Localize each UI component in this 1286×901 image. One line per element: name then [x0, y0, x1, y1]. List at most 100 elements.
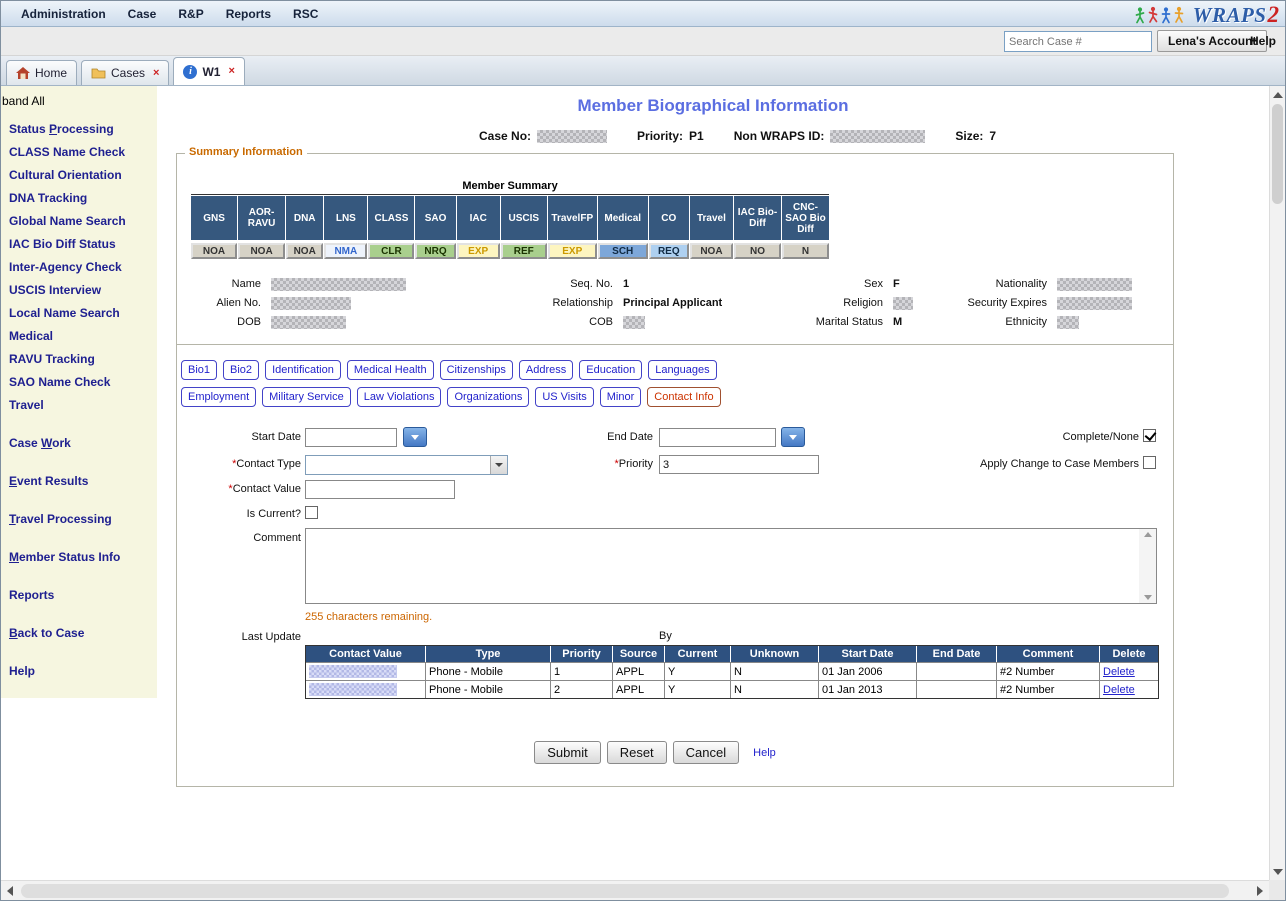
sidebar-item-travel-processing[interactable]: Travel Processing — [1, 508, 157, 531]
expand-all-link[interactable]: band All — [1, 94, 157, 108]
summary-header-iac: IAC — [457, 196, 500, 240]
start-date-input[interactable] — [305, 428, 397, 447]
close-icon[interactable]: × — [228, 66, 234, 77]
tab-contact-info[interactable]: Contact Info — [647, 387, 720, 407]
sidebar-item-help[interactable]: Help — [1, 660, 157, 683]
menu-rsc[interactable]: RSC — [293, 7, 318, 21]
menu-administration[interactable]: Administration — [21, 7, 106, 21]
sidebar-item-reports[interactable]: Reports — [1, 584, 157, 607]
member-value-alien-no — [261, 294, 461, 313]
horizontal-scroll-thumb[interactable] — [21, 884, 1229, 898]
sidebar-item-inter-agency-check[interactable]: Inter-Agency Check — [1, 256, 157, 279]
member-value-dob — [261, 313, 461, 332]
delete-link[interactable]: Delete — [1103, 666, 1135, 678]
search-case-input[interactable] — [1004, 31, 1152, 52]
top-menu-bar: AdministrationCaseR&PReportsRSC WRAPS 2 — [1, 1, 1285, 27]
tab-home[interactable]: Home — [6, 60, 77, 85]
bio-tab-rows: Bio1 Bio2 Identification Medical Health Citi… — [177, 345, 1173, 407]
tab-law-violations[interactable]: Law Violations — [357, 387, 442, 407]
reset-button[interactable]: Reset — [607, 741, 667, 764]
sidebar-item-dna-tracking[interactable]: DNA Tracking — [1, 187, 157, 210]
member-label-relationship: Relationship — [461, 294, 613, 313]
scroll-up-button[interactable] — [1270, 86, 1285, 103]
priority-field: Priority: P1 — [637, 129, 704, 143]
horizontal-scrollbar[interactable] — [1, 880, 1269, 900]
sidebar-item-sao-name-check[interactable]: SAO Name Check — [1, 371, 157, 394]
scroll-left-button[interactable] — [1, 881, 19, 900]
redacted-non-wraps-id — [830, 130, 925, 143]
scroll-right-button[interactable] — [1251, 881, 1269, 900]
is-current-checkbox[interactable] — [305, 506, 318, 519]
menu-reports[interactable]: Reports — [226, 7, 271, 21]
form-help-link[interactable]: Help — [753, 747, 776, 759]
contact-value-input[interactable] — [305, 480, 455, 499]
tab-medical-health[interactable]: Medical Health — [347, 360, 434, 380]
textarea-scrollbar[interactable] — [1139, 529, 1156, 603]
vertical-scroll-thumb[interactable] — [1272, 104, 1283, 204]
contact-cell-priority: 2 — [551, 681, 613, 698]
summary-header-co: CO — [649, 196, 689, 240]
sidebar-item-class-name-check[interactable]: CLASS Name Check — [1, 141, 157, 164]
sidebar-item-status-processing[interactable]: Status Processing — [1, 118, 157, 141]
menu-r-p[interactable]: R&P — [178, 7, 203, 21]
logo-text: WRAPS — [1193, 3, 1267, 28]
toolbar-help-link[interactable]: Help — [1250, 34, 1276, 48]
bio-tab-row-2: Employment Military Service Law Violations… — [181, 387, 1173, 407]
tab-languages[interactable]: Languages — [648, 360, 716, 380]
tab-us-visits[interactable]: US Visits — [535, 387, 593, 407]
comment-label: Comment — [177, 531, 301, 546]
end-date-input[interactable] — [659, 428, 776, 447]
contact-cell-end-date — [917, 681, 997, 698]
tab-citizenships[interactable]: Citizenships — [440, 360, 513, 380]
redacted-value — [271, 316, 346, 329]
delete-link[interactable]: Delete — [1103, 684, 1135, 696]
summary-header-medical: Medical — [598, 196, 648, 240]
sidebar-item-uscis-interview[interactable]: USCIS Interview — [1, 279, 157, 302]
summary-status-iac: EXP — [457, 243, 500, 259]
by-label: By — [659, 630, 672, 642]
priority-input[interactable] — [659, 455, 819, 474]
member-value-nationality — [1047, 275, 1157, 294]
sidebar-item-local-name-search[interactable]: Local Name Search — [1, 302, 157, 325]
submit-button[interactable]: Submit — [534, 741, 600, 764]
tab-bio2[interactable]: Bio2 — [223, 360, 259, 380]
complete-none-checkbox[interactable] — [1143, 429, 1156, 442]
sidebar-item-back-to-case[interactable]: Back to Case — [1, 622, 157, 645]
sidebar-item-cultural-orientation[interactable]: Cultural Orientation — [1, 164, 157, 187]
tab-employment[interactable]: Employment — [181, 387, 256, 407]
apply-change-checkbox[interactable] — [1143, 456, 1156, 469]
tab-minor[interactable]: Minor — [600, 387, 642, 407]
redacted-contact-value — [309, 665, 397, 678]
sidebar-item-global-name-search[interactable]: Global Name Search — [1, 210, 157, 233]
sidebar-item-member-status-info[interactable]: Member Status Info — [1, 546, 157, 569]
cancel-button[interactable]: Cancel — [673, 741, 739, 764]
tab-bar: Home Cases × i W1 × — [1, 56, 1285, 86]
tab-w1[interactable]: i W1 × — [173, 57, 244, 85]
tab-identification[interactable]: Identification — [265, 360, 341, 380]
close-icon[interactable]: × — [153, 68, 159, 79]
sidebar-item-case-work[interactable]: Case Work — [1, 432, 157, 455]
contact-col-contact-value: Contact Value — [306, 646, 426, 662]
apply-change-label: Apply Change to Case Members — [933, 457, 1139, 472]
sidebar-item-travel[interactable]: Travel — [1, 394, 157, 417]
vertical-scrollbar[interactable] — [1269, 86, 1285, 880]
end-date-picker-button[interactable] — [781, 427, 805, 447]
sidebar-item-medical[interactable]: Medical — [1, 325, 157, 348]
sidebar-item-ravu-tracking[interactable]: RAVU Tracking — [1, 348, 157, 371]
member-label-name: Name — [191, 275, 261, 294]
info-icon: i — [183, 65, 197, 79]
sidebar-item-event-results[interactable]: Event Results — [1, 470, 157, 493]
menu-case[interactable]: Case — [128, 7, 157, 21]
tab-education[interactable]: Education — [579, 360, 642, 380]
tab-cases[interactable]: Cases × — [81, 60, 169, 85]
form-buttons: Submit Reset Cancel Help — [177, 741, 1133, 764]
tab-bio1[interactable]: Bio1 — [181, 360, 217, 380]
tab-military-service[interactable]: Military Service — [262, 387, 351, 407]
scroll-down-button[interactable] — [1270, 863, 1285, 880]
comment-textarea[interactable] — [305, 528, 1157, 604]
contact-type-select[interactable] — [305, 455, 508, 475]
start-date-picker-button[interactable] — [403, 427, 427, 447]
tab-organizations[interactable]: Organizations — [447, 387, 529, 407]
sidebar-item-iac-bio-diff-status[interactable]: IAC Bio Diff Status — [1, 233, 157, 256]
tab-address[interactable]: Address — [519, 360, 573, 380]
